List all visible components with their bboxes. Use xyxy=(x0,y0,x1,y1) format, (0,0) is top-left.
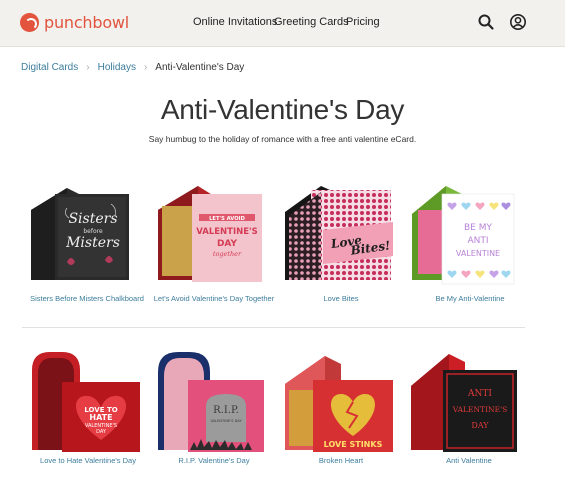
card-thumbnail[interactable]: Sisters before Misters xyxy=(27,180,147,288)
search-icon[interactable] xyxy=(477,13,495,31)
svg-text:ANTI: ANTI xyxy=(467,389,492,399)
svg-text:R.I.P.: R.I.P. xyxy=(213,405,239,416)
svg-text:LET'S AVOID: LET'S AVOID xyxy=(209,216,245,222)
card-thumbnail[interactable]: LET'S AVOID VALENTINE'S DAY together xyxy=(154,180,274,288)
breadcrumb-current: Anti-Valentine's Day xyxy=(155,62,245,73)
svg-text:DAY: DAY xyxy=(471,421,489,430)
chevron-right-icon: › xyxy=(86,62,90,73)
section-divider xyxy=(22,327,525,328)
card-thumbnail[interactable]: R.I.P. VALENTINE'S DAY xyxy=(154,350,274,458)
svg-text:LOVE STINKS: LOVE STINKS xyxy=(324,440,383,449)
svg-text:VALENTINE'S: VALENTINE'S xyxy=(452,405,508,414)
card-title[interactable]: Broken Heart xyxy=(269,456,413,465)
nav-pricing[interactable]: Pricing xyxy=(346,16,380,28)
svg-text:Sisters: Sisters xyxy=(68,211,117,227)
card-title[interactable]: Love to Hate Valentine's Day xyxy=(16,456,160,465)
card-thumbnail[interactable]: LOVE STINKS xyxy=(281,350,401,458)
svg-text:before: before xyxy=(83,228,103,235)
card-title[interactable]: Love Bites xyxy=(269,294,413,303)
svg-text:DAY: DAY xyxy=(96,429,107,435)
nav-greeting-cards[interactable]: Greeting Cards xyxy=(274,16,349,28)
card-thumbnail[interactable]: ANTI VALENTINE'S DAY xyxy=(409,350,529,458)
nav-online-invitations[interactable]: Online Invitations xyxy=(193,16,277,28)
svg-text:HATE: HATE xyxy=(89,413,112,422)
brand-logo[interactable]: punchbowl xyxy=(20,13,129,32)
page-subtitle: Say humbug to the holiday of romance wit… xyxy=(148,134,417,144)
card-title[interactable]: Let's Avoid Valentine's Day Together xyxy=(142,294,286,303)
svg-text:Misters: Misters xyxy=(65,235,120,251)
svg-text:together: together xyxy=(213,250,242,258)
card-thumbnail[interactable]: Love Bites! xyxy=(281,180,401,288)
account-icon[interactable] xyxy=(509,13,527,31)
svg-text:VALENTINE'S: VALENTINE'S xyxy=(196,227,258,237)
breadcrumb-digital-cards[interactable]: Digital Cards xyxy=(21,62,78,73)
top-navigation-bar: punchbowl Online Invitations Greeting Ca… xyxy=(0,0,565,47)
card-title[interactable]: R.I.P. Valentine's Day xyxy=(142,456,286,465)
card-thumbnail[interactable]: BE MY ANTI VALENTINE xyxy=(410,180,530,288)
chevron-right-icon: › xyxy=(143,62,148,73)
card-title[interactable]: Be My Anti-Valentine xyxy=(398,294,542,303)
punchbowl-logo-icon xyxy=(20,13,39,32)
page-title: Anti-Valentine's Day xyxy=(160,94,405,125)
svg-text:ANTI: ANTI xyxy=(467,236,488,246)
brand-name: punchbowl xyxy=(44,13,130,32)
breadcrumb-holidays[interactable]: Holidays xyxy=(98,62,136,73)
card-title[interactable]: Anti Valentine xyxy=(397,456,541,465)
svg-text:VALENTINE'S DAY: VALENTINE'S DAY xyxy=(210,419,242,423)
svg-text:BE MY: BE MY xyxy=(464,223,492,233)
card-title[interactable]: Sisters Before Misters Chalkboard xyxy=(15,294,159,303)
card-thumbnail[interactable]: LOVE TO HATE VALENTINE'S DAY xyxy=(28,350,148,458)
svg-text:DAY: DAY xyxy=(217,239,238,249)
svg-text:VALENTINE: VALENTINE xyxy=(456,249,500,258)
breadcrumb: Digital Cards › Holidays › Anti-Valentin… xyxy=(21,62,244,73)
